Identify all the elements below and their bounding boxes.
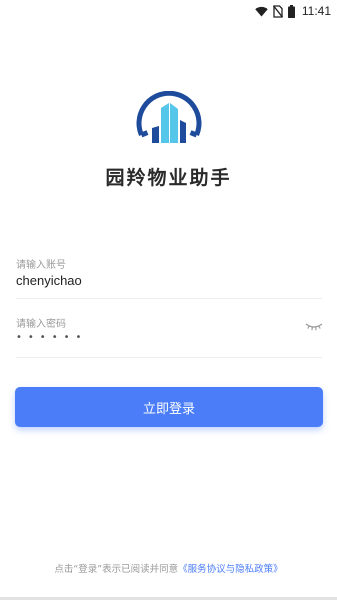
agreement-prefix: 点击“登录”表示已阅读并同意 xyxy=(54,564,179,575)
app-name: 园羚物业助手 xyxy=(105,167,232,189)
battery-icon xyxy=(287,4,295,18)
status-bar: 11:41 xyxy=(0,0,337,22)
building-logo-icon xyxy=(136,91,202,143)
wifi-icon xyxy=(255,6,268,16)
status-time: 11:41 xyxy=(301,4,331,18)
status-icons: 11:41 xyxy=(255,3,331,19)
login-button[interactable]: 立即登录 xyxy=(15,387,323,427)
password-label: 请输入密码 xyxy=(16,319,66,330)
agreement-text: 点击“登录”表示已阅读并同意《服务协议与隐私政策》 xyxy=(0,561,337,575)
no-sim-icon xyxy=(272,4,283,18)
password-divider xyxy=(16,357,322,358)
agreement-link[interactable]: 《服务协议与隐私政策》 xyxy=(178,564,283,575)
account-divider xyxy=(16,298,322,299)
eye-closed-icon[interactable] xyxy=(305,322,323,332)
password-input[interactable]: •••••• xyxy=(16,332,87,343)
account-label: 请输入账号 xyxy=(16,260,66,271)
account-input[interactable] xyxy=(16,271,306,289)
